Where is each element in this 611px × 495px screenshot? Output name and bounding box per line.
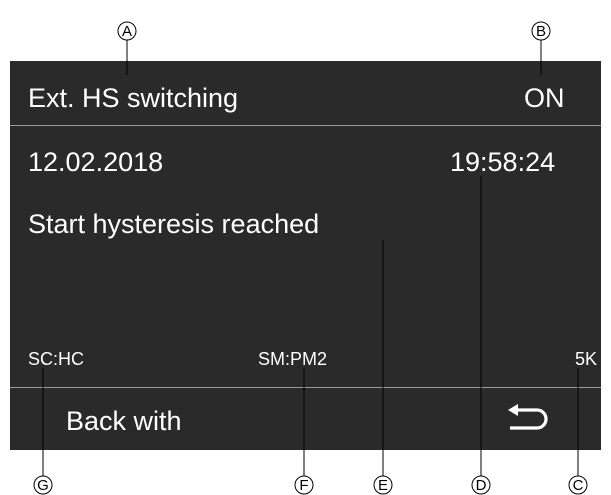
callout-label-b: B	[536, 23, 546, 40]
callout-label-d: D	[476, 477, 487, 494]
callout-label-a: A	[122, 23, 132, 40]
callout-label-c: C	[573, 477, 584, 494]
callout-overlay: A B C D E F G	[33, 21, 588, 495]
callout-label-f: F	[299, 477, 308, 494]
callout-label-e: E	[378, 477, 388, 494]
callout-label-g: G	[37, 477, 49, 494]
